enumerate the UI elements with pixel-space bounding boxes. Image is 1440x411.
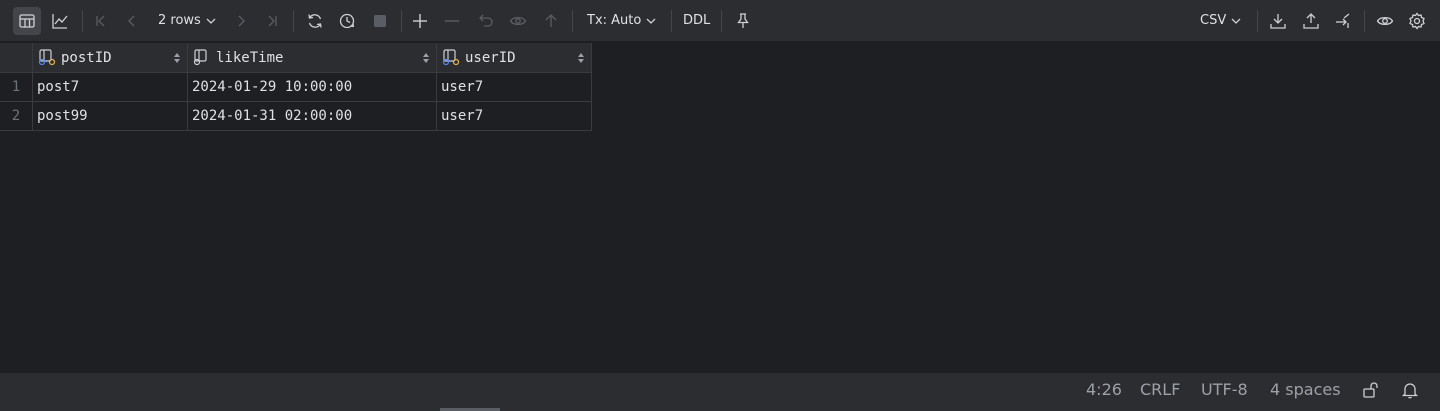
minus-icon [445,20,459,22]
chart-line-icon [52,14,68,29]
plus-icon [413,14,427,28]
export-format-label: CSV [1200,13,1227,28]
bell-icon[interactable] [1401,381,1419,399]
table-cell[interactable]: user7 [437,102,592,131]
gear-icon [1409,12,1425,30]
eye-submit-icon [509,16,527,26]
submit-button[interactable] [537,7,565,35]
pin-tab-button[interactable] [729,7,757,35]
settings-button[interactable] [1403,7,1431,35]
cursor-position[interactable]: 4:26 [1086,373,1122,407]
preview-changes-button[interactable] [504,7,532,35]
column-name-userid: userID [465,50,516,66]
status-bar: 4:26 CRLF UTF-8 4 spaces [0,373,1440,411]
next-page-button[interactable] [227,7,255,35]
chevron-down-icon [1231,18,1241,24]
result-toolbar: 2 rows Tx: Auto DDL CSV [0,0,1440,42]
column-header-postid[interactable]: postID [33,43,188,73]
chevron-left-icon [128,15,135,27]
header-row: postID likeTime userID [0,43,592,73]
chart-view-button[interactable] [46,7,74,35]
encoding-selector[interactable]: UTF-8 [1201,373,1248,407]
export-format-dropdown[interactable]: CSV [1200,7,1241,35]
arrow-up-icon [545,14,557,27]
column-header-liketime[interactable]: likeTime [188,43,437,73]
table-row[interactable]: 2 post99 2024-01-31 02:00:00 user7 [0,102,592,131]
table-cell[interactable]: 2024-01-29 10:00:00 [188,73,437,102]
view-options-button[interactable] [1371,7,1399,35]
undo-icon [479,14,493,27]
key-column-icon [442,48,460,65]
table-cell[interactable]: post99 [33,102,188,131]
column-icon [193,48,207,65]
refresh-icon [308,14,322,28]
previous-page-button[interactable] [118,7,146,35]
ddl-button[interactable]: DDL [683,7,710,35]
indent-selector[interactable]: 4 spaces [1270,373,1341,407]
upload-icon [1303,13,1319,29]
table-cell[interactable]: user7 [437,73,592,102]
refresh-button[interactable] [301,7,329,35]
chevron-down-icon [646,18,656,24]
delete-row-button[interactable] [438,7,466,35]
row-number: 1 [0,73,33,102]
sort-icon[interactable] [577,52,585,64]
chevron-right-icon [238,15,245,27]
table-cell[interactable]: 2024-01-31 02:00:00 [188,102,437,131]
transaction-mode-label: Tx: Auto [587,13,642,28]
first-page-icon [96,15,105,27]
download-icon [1270,14,1286,29]
add-row-button[interactable] [406,7,434,35]
clock-icon [339,13,355,29]
last-page-icon [268,15,277,27]
first-page-button[interactable] [87,7,115,35]
lock-open-icon[interactable] [1362,381,1380,399]
table-cell[interactable]: post7 [33,73,188,102]
stop-icon [374,15,386,27]
rows-count-label: 2 rows [158,13,201,28]
pin-icon [737,13,749,28]
line-ending-selector[interactable]: CRLF [1140,373,1180,407]
column-name-liketime: likeTime [216,50,284,66]
history-button[interactable] [333,7,361,35]
table-row[interactable]: 1 post7 2024-01-29 10:00:00 user7 [0,73,592,102]
sort-icon[interactable] [422,52,430,64]
transaction-mode-dropdown[interactable]: Tx: Auto [587,7,656,35]
chevron-down-icon [206,18,216,24]
column-name-postid: postID [61,50,112,66]
compare-button[interactable] [1329,7,1357,35]
row-number: 2 [0,102,33,131]
sort-icon[interactable] [173,52,181,64]
revert-button[interactable] [472,7,500,35]
rows-count-dropdown[interactable]: 2 rows [158,7,216,35]
stop-button[interactable] [366,7,394,35]
table-icon [19,14,35,28]
import-button[interactable] [1297,7,1325,35]
row-number-header [0,43,33,73]
last-page-button[interactable] [258,7,286,35]
compare-arrows-icon [1336,13,1350,28]
export-button[interactable] [1264,7,1292,35]
column-header-userid[interactable]: userID [437,43,592,73]
eye-icon [1376,16,1394,26]
key-column-icon [38,48,56,65]
table-view-button[interactable] [13,7,41,35]
